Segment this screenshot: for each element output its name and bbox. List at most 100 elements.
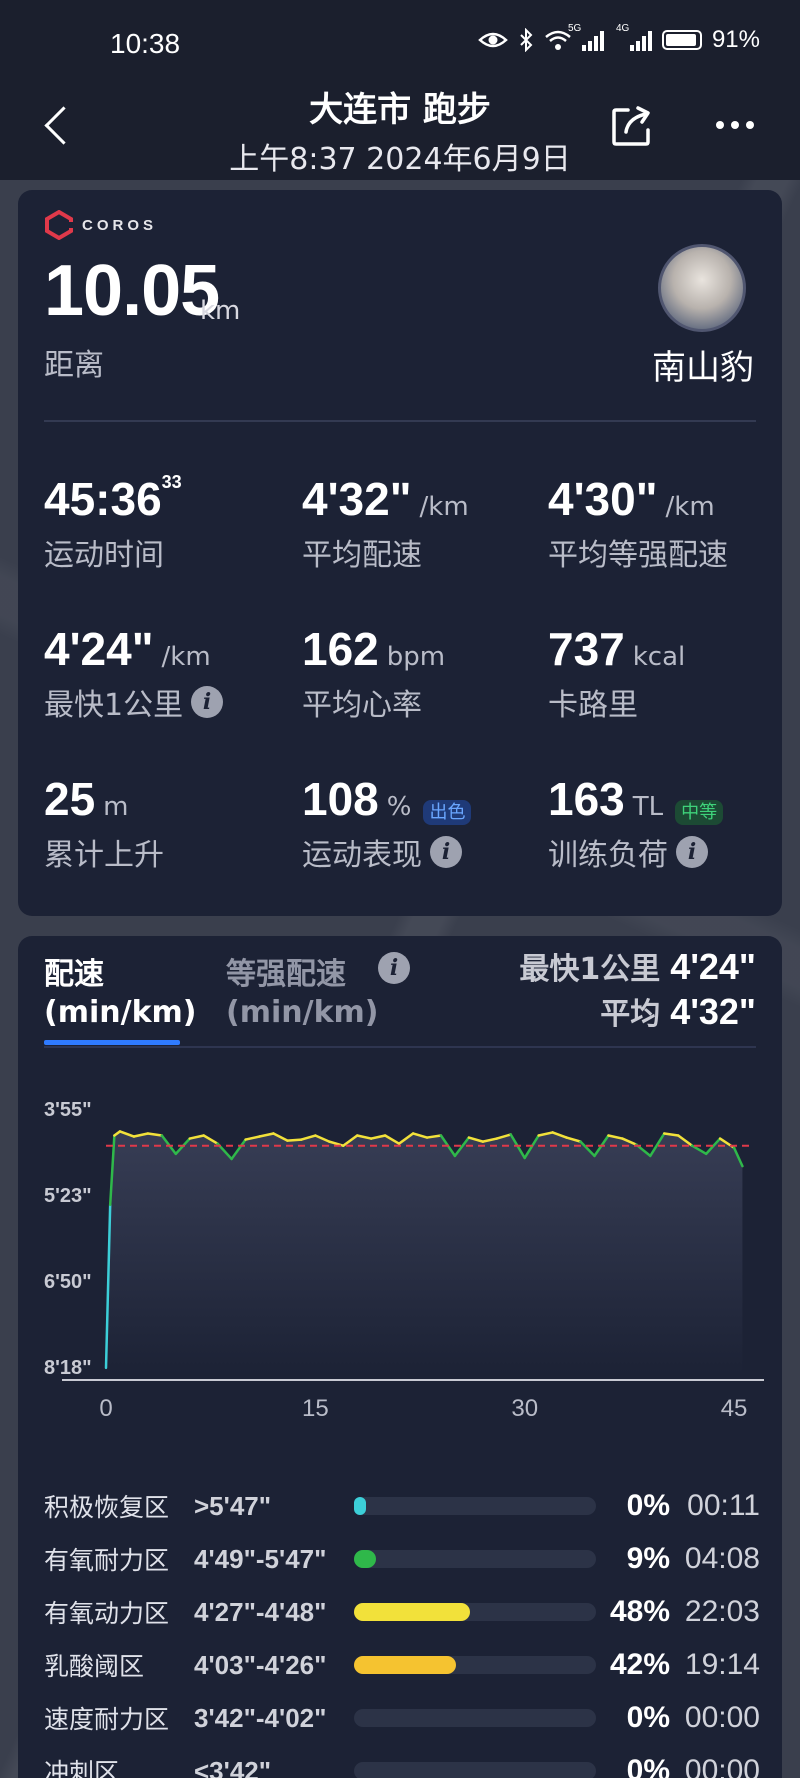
info-icon[interactable]: i — [430, 836, 462, 868]
info-icon[interactable]: i — [378, 952, 410, 984]
ascent-unit: m — [103, 792, 129, 822]
ascent-value: 25 — [44, 773, 96, 825]
tab-pace[interactable]: 配速 (min/km) — [44, 956, 197, 1032]
zone-row: 冲刺区 <3'42" 0% 00:00 — [44, 1749, 764, 1778]
ascent-label: 累计上升 — [44, 838, 164, 873]
distance-value: 10.05 — [44, 251, 220, 331]
pace-area — [106, 1131, 743, 1376]
y-tick-label: 3'55" — [44, 1099, 92, 1121]
coros-logo-icon — [45, 210, 74, 240]
pace-chart: 3'55" 5'23" 6'50" 8'18" 0 15 30 45 — [44, 1099, 764, 1422]
stat-avg-hr: 162 bpm 平均心率 — [302, 622, 542, 724]
signal-4g-icon: 4G — [616, 23, 652, 51]
zone-bar-track — [354, 1656, 596, 1674]
zone-bar-fill — [354, 1603, 471, 1621]
zone-time: 00:11 — [687, 1489, 760, 1522]
distance-label: 距离 — [44, 348, 104, 383]
stat-performance: 108% 出色 运动表现 i — [302, 772, 542, 874]
zone-percent: 42% — [609, 1648, 670, 1681]
avg-summary-value: 4'32" — [670, 991, 756, 1032]
training-load-unit: TL — [632, 792, 664, 822]
zone-bar-track — [354, 1497, 596, 1515]
more-button[interactable] — [716, 110, 764, 140]
page-title: 大连市 跑步 — [309, 90, 491, 130]
zone-range: <3'42" — [194, 1755, 272, 1778]
zone-percent: 0% — [626, 1489, 670, 1522]
fastest-km-label: 最快1公里 — [44, 688, 184, 723]
zone-name: 有氧动力区 — [44, 1599, 170, 1628]
zone-row: 有氧动力区 4'27"-4'48" 48% 22:03 — [44, 1590, 764, 1634]
zone-row: 乳酸阈区 4'03"-4'26" 42% 19:14 — [44, 1643, 764, 1687]
more-dot-icon — [716, 121, 724, 129]
tab-grade-pace-title: 等强配速 — [226, 957, 346, 992]
zone-time: 00:00 — [684, 1754, 760, 1778]
share-button[interactable] — [608, 102, 656, 150]
zone-name: 有氧耐力区 — [44, 1546, 170, 1575]
zone-bar-fill — [354, 1656, 456, 1674]
zone-row: 速度耐力区 3'42"-4'02" 0% 00:00 — [44, 1696, 764, 1740]
bluetooth-icon — [520, 28, 533, 52]
pace-summary: 最快1公里 4'24" 平均 4'32" — [519, 946, 756, 1036]
stat-avg-pace: 4'32"/km 平均配速 — [302, 472, 542, 574]
zone-range: 4'49"-5'47" — [194, 1543, 327, 1574]
more-dot-icon — [731, 121, 739, 129]
x-tick-label: 0 — [99, 1395, 112, 1422]
avg-grade-pace-label: 平均等强配速 — [548, 538, 728, 573]
y-tick-label: 6'50" — [44, 1271, 92, 1293]
duration-value: 45:36 — [44, 473, 162, 525]
avg-pace-unit: /km — [419, 492, 469, 522]
distance-unit: km — [200, 296, 241, 326]
zone-range: 4'27"-4'48" — [194, 1596, 327, 1627]
info-icon[interactable]: i — [676, 836, 708, 868]
tab-divider — [44, 1046, 756, 1048]
avg-grade-pace-unit: /km — [665, 492, 715, 522]
tab-pace-title: 配速 — [44, 957, 104, 992]
tab-grade-pace[interactable]: 等强配速 (min/km) — [226, 956, 379, 1032]
stat-calories: 737 kcal 卡路里 — [548, 622, 788, 724]
stat-avg-grade-pace: 4'30"/km 平均等强配速 — [548, 472, 788, 574]
avg-grade-pace-value: 4'30" — [548, 473, 658, 525]
zone-percent: 0% — [626, 1754, 670, 1778]
eye-icon — [478, 32, 508, 48]
zone-bar-track — [354, 1603, 596, 1621]
app-header: 大连市 跑步 上午8:37 2024年6月9日 — [0, 70, 800, 180]
share-icon — [612, 106, 650, 146]
avatar[interactable] — [658, 244, 746, 332]
zone-range: 4'03"-4'26" — [194, 1649, 327, 1680]
status-time: 10:38 — [110, 28, 181, 59]
training-load-value: 163 — [548, 773, 625, 825]
performance-label: 运动表现 — [302, 838, 422, 873]
tab-active-indicator — [44, 1040, 180, 1045]
zone-name: 冲刺区 — [44, 1758, 120, 1778]
zone-time: 00:00 — [684, 1701, 760, 1734]
zone-range: 3'42"-4'02" — [194, 1702, 327, 1733]
zone-name: 积极恢复区 — [44, 1493, 170, 1522]
x-tick-label: 30 — [511, 1395, 538, 1422]
battery-percent: 91% — [711, 26, 760, 53]
x-tick-label: 45 — [721, 1395, 748, 1422]
zone-percent: 0% — [626, 1701, 670, 1734]
avg-hr-value: 162 — [302, 623, 379, 675]
stat-fastest-km: 4'24"/km 最快1公里 i — [44, 622, 284, 724]
calories-label: 卡路里 — [548, 688, 638, 723]
pace-card: 配速 (min/km) 等强配速 (min/km) i 最快1公里 4'24" 平… — [18, 936, 782, 1778]
performance-value: 108 — [302, 773, 379, 825]
tab-pace-unit: (min/km) — [44, 995, 197, 1030]
info-icon[interactable]: i — [191, 686, 224, 718]
calories-unit: kcal — [632, 642, 686, 672]
zone-time: 04:08 — [684, 1542, 760, 1575]
zone-bar-track — [354, 1762, 596, 1778]
battery-icon — [661, 30, 702, 50]
stat-ascent: 25 m 累计上升 — [44, 772, 284, 874]
stat-training-load: 163 TL 中等 训练负荷 i — [548, 772, 788, 874]
status-icons: 5G 4G 91% — [478, 23, 760, 54]
y-tick-label: 8'18" — [44, 1357, 92, 1379]
stat-duration: 45:3633 运动时间 — [44, 472, 284, 574]
fastest-km-unit: /km — [161, 642, 211, 672]
zone-name: 乳酸阈区 — [44, 1652, 145, 1681]
activity-datetime: 上午8:37 2024年6月9日 — [229, 142, 571, 177]
zone-time: 22:03 — [684, 1595, 760, 1628]
tab-grade-pace-unit: (min/km) — [226, 995, 379, 1030]
calories-value: 737 — [548, 623, 625, 675]
summary-card: COROS 10.05 km 距离 南山豹 45:3633 运动时间 4'32"… — [18, 190, 782, 916]
